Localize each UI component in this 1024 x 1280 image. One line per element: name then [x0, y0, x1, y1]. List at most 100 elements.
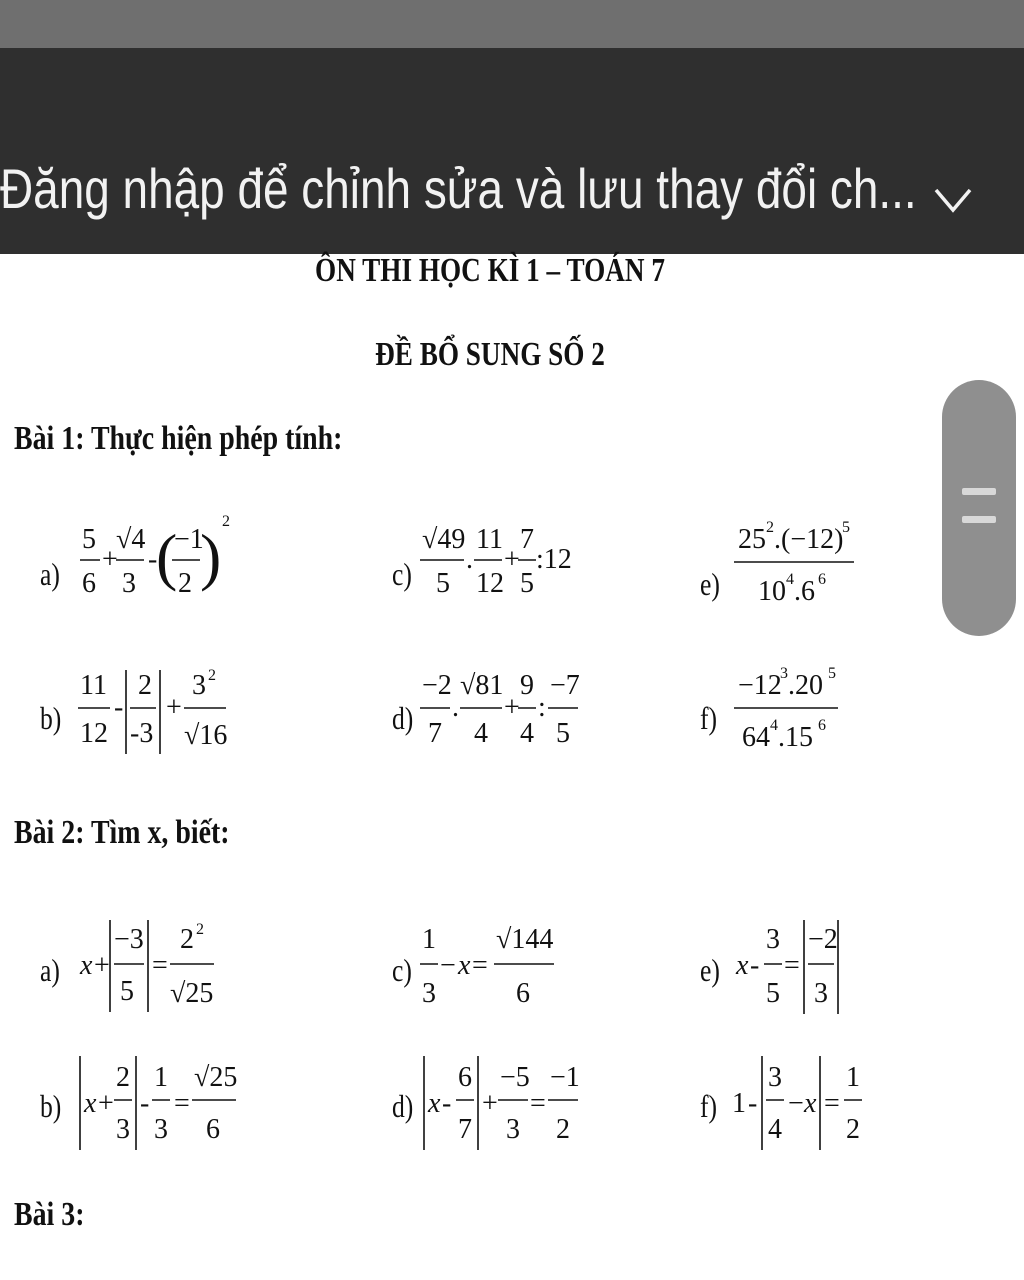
svg-text:12: 12: [80, 718, 108, 749]
ex1-label-a: a): [40, 556, 60, 592]
svg-text:1: 1: [846, 1062, 860, 1093]
svg-text:√144: √144: [496, 924, 553, 955]
ex1-expression-c: √49 5 . 11 12 + 7 5 :12: [420, 524, 572, 599]
svg-text:+: +: [504, 692, 520, 723]
svg-text:=: =: [152, 950, 168, 981]
ex2-label-f: f): [700, 1088, 718, 1124]
svg-text:5: 5: [556, 718, 570, 749]
svg-text:x: x: [427, 1088, 441, 1119]
svg-text:x: x: [79, 950, 93, 981]
exercise-2-heading: Bài 2: Tìm x, biết:: [14, 814, 230, 851]
scroll-grip-line: [962, 516, 996, 523]
svg-text:2: 2: [556, 1114, 570, 1145]
svg-text:7: 7: [428, 718, 442, 749]
svg-text:): ): [200, 521, 221, 592]
svg-text:.15: .15: [778, 722, 813, 753]
chevron-down-icon[interactable]: [930, 176, 976, 222]
svg-text:4: 4: [474, 718, 488, 749]
ex2-expression-f: 1- 34 − x = 12: [732, 1056, 862, 1150]
svg-text:−1: −1: [550, 1062, 580, 1093]
ex1-label-f: f): [700, 700, 718, 736]
svg-text:.6: .6: [794, 576, 815, 607]
ex1-expression-b: 1112 - 2-3 + 32 √16: [78, 667, 227, 754]
svg-text:2: 2: [138, 670, 152, 701]
svg-text:.: .: [452, 692, 459, 723]
svg-text:6: 6: [818, 571, 826, 588]
svg-text:5: 5: [766, 978, 780, 1009]
svg-text:12: 12: [476, 568, 504, 599]
document-page: ÔN THI HỌC KÌ 1 – TOÁN 7 ĐỀ BỔ SUNG SỐ 2…: [0, 252, 1024, 1280]
ex2-expression-a: x + −3 5 = 22 √25: [79, 920, 214, 1012]
svg-text:−2: −2: [808, 924, 838, 955]
svg-text:+: +: [166, 692, 182, 723]
document-title: ÔN THI HỌC KÌ 1 – TOÁN 7: [315, 252, 665, 289]
svg-text:−3: −3: [114, 924, 144, 955]
banner-title[interactable]: Đăng nhập để chỉnh sửa và lưu thay đổi c…: [0, 156, 917, 221]
svg-text:.20: .20: [788, 670, 823, 701]
svg-text:−5: −5: [500, 1062, 530, 1093]
ex1-label-e: e): [700, 566, 720, 602]
svg-text:−12: −12: [738, 670, 782, 701]
svg-text:-: -: [748, 1088, 757, 1119]
svg-text:2: 2: [208, 667, 216, 684]
svg-text:x: x: [803, 1088, 817, 1119]
svg-text::: :: [538, 692, 546, 723]
svg-text:3: 3: [768, 1062, 782, 1093]
svg-text:64: 64: [742, 722, 770, 753]
svg-text:√16: √16: [184, 720, 227, 751]
svg-text:=: =: [824, 1088, 840, 1119]
svg-text:7: 7: [458, 1114, 472, 1145]
login-banner[interactable]: Đăng nhập để chỉnh sửa và lưu thay đổi c…: [0, 48, 1024, 254]
svg-text:-: -: [442, 1088, 451, 1119]
scroll-handle-icon[interactable]: [942, 380, 1016, 636]
svg-text:4: 4: [768, 1114, 782, 1145]
svg-text:√49: √49: [422, 524, 465, 555]
svg-text:−: −: [788, 1088, 804, 1119]
svg-text:3: 3: [116, 1114, 130, 1145]
svg-text:=: =: [784, 950, 800, 981]
ex2-label-d: d): [392, 1088, 414, 1124]
svg-text:7: 7: [520, 524, 534, 555]
svg-text:6: 6: [206, 1114, 220, 1145]
svg-text:5: 5: [436, 568, 450, 599]
svg-text:+: +: [98, 1088, 114, 1119]
scroll-grip-line: [962, 488, 996, 495]
ex2-label-c: c): [392, 952, 412, 988]
svg-text:5: 5: [520, 568, 534, 599]
svg-text:11: 11: [476, 524, 503, 555]
svg-text:3: 3: [780, 665, 788, 682]
ex2-expression-e: x- 3 5 = −2 3: [735, 920, 839, 1014]
svg-text:4: 4: [520, 718, 534, 749]
ex1-expression-f: −123.20 5 64 4.15 6: [734, 665, 838, 753]
ex2-label-e: e): [700, 952, 720, 988]
svg-text:=: =: [530, 1088, 546, 1119]
svg-text:=: =: [174, 1088, 190, 1119]
svg-text:10: 10: [758, 576, 786, 607]
svg-text:3: 3: [766, 924, 780, 955]
ex1-expression-a: 56 + √43 - ( −12 ) 2: [80, 513, 230, 599]
svg-text:x: x: [457, 950, 471, 981]
svg-text:-: -: [140, 1088, 149, 1119]
svg-text:1: 1: [732, 1088, 746, 1119]
svg-text:2: 2: [846, 1114, 860, 1145]
svg-text:4: 4: [786, 571, 794, 588]
ex2-expression-c: 1 3 − x = √144 6: [420, 924, 554, 1009]
svg-text:√81: √81: [460, 670, 503, 701]
svg-text:3: 3: [192, 670, 206, 701]
ex2-expression-d: x- 6 7 + −5 3 = −1 2: [423, 1056, 580, 1150]
svg-text::12: :12: [536, 544, 572, 575]
svg-text:2: 2: [178, 568, 192, 599]
svg-text:4: 4: [770, 717, 778, 734]
ex1-expression-d: −2 7 . √81 4 + 9 4 : −7 5: [420, 670, 580, 749]
svg-text:x: x: [735, 950, 749, 981]
svg-text:5: 5: [828, 665, 836, 682]
svg-text:6: 6: [516, 978, 530, 1009]
exercise-3-heading: Bài 3:: [14, 1196, 85, 1233]
svg-text:3: 3: [122, 568, 136, 599]
svg-text:−2: −2: [422, 670, 452, 701]
svg-text:-: -: [750, 950, 759, 981]
svg-text:3: 3: [814, 978, 828, 1009]
svg-text:x: x: [83, 1088, 97, 1119]
svg-text:5: 5: [120, 976, 134, 1007]
svg-text:11: 11: [80, 670, 107, 701]
